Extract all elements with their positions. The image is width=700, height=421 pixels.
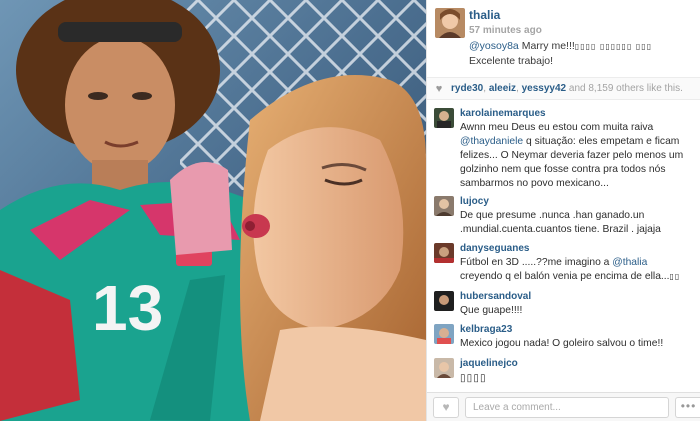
- comment-text: Fútbol en 3D .....??me imagino a @thalia…: [460, 256, 692, 284]
- caption-text: Marry me!!!: [518, 40, 575, 52]
- comment-text: Mexico jogou nada! O goleiro salvou o ti…: [460, 338, 664, 349]
- likes-and: and: [566, 83, 589, 94]
- avatar-image: [434, 243, 454, 263]
- post-header: thalia 57 minutes ago @yosoy8a Marry me!…: [427, 0, 700, 78]
- instagram-post-view: 13 thalia 57 minutes ago @yosoy8a Marry …: [0, 0, 700, 421]
- comment-body-rest: creyendo q el balón venia pe encima de e…: [460, 271, 670, 282]
- post-photo: 13: [0, 0, 426, 421]
- comment-text: De que presume .nunca .han ganado.un .mu…: [460, 210, 661, 235]
- comment-input[interactable]: [465, 397, 669, 418]
- comment-username[interactable]: danyseguanes: [460, 243, 529, 254]
- likes-count[interactable]: 8,159: [588, 83, 613, 94]
- post-side-panel: thalia 57 minutes ago @yosoy8a Marry me!…: [426, 0, 700, 421]
- comment-avatar[interactable]: [434, 291, 454, 311]
- post-timestamp: 57 minutes ago: [469, 25, 542, 36]
- avatar-image: [434, 108, 454, 128]
- owner-username[interactable]: thalia: [469, 8, 500, 22]
- like-user[interactable]: aleeiz: [489, 83, 516, 94]
- comment-text: ▯▯▯▯: [460, 372, 487, 384]
- comment-avatar[interactable]: [434, 196, 454, 216]
- like-user[interactable]: yessyy42: [522, 83, 567, 94]
- comment-text: Que guape!!!!: [460, 305, 523, 316]
- likes-tail: others like this.: [613, 83, 683, 94]
- comment-avatar[interactable]: [434, 243, 454, 263]
- heart-icon: ♥: [435, 83, 443, 95]
- owner-avatar[interactable]: [435, 8, 465, 38]
- comment-avatar[interactable]: [434, 358, 454, 378]
- comment-avatar[interactable]: [434, 324, 454, 344]
- heart-icon: ♥: [442, 400, 450, 414]
- comment-body: Awnn meu Deus eu estou com muita raiva: [460, 122, 654, 133]
- avatar-image: [434, 358, 454, 378]
- caption-emoji: ▯▯▯▯ ▯▯▯▯▯▯ ▯▯▯: [574, 42, 653, 51]
- like-button[interactable]: ♥: [433, 397, 459, 418]
- comment-mention[interactable]: @thaydaniele: [460, 136, 523, 147]
- comment-username[interactable]: lujocy: [460, 196, 489, 207]
- more-options-icon: •••: [680, 399, 697, 413]
- like-user[interactable]: ryde30: [451, 83, 483, 94]
- avatar-image: [434, 291, 454, 311]
- post-caption: @yosoy8a Marry me!!!▯▯▯▯ ▯▯▯▯▯▯ ▯▯▯ Exce…: [469, 39, 694, 68]
- comment-username[interactable]: hubersandoval: [460, 291, 531, 302]
- comment-emoji: ▯▯: [669, 272, 681, 281]
- likes-row: ♥ ryde30, aleeiz, yessyy42 and 8,159 oth…: [427, 78, 700, 100]
- comments-list[interactable]: karolainemarques Awnn meu Deus eu estou …: [427, 100, 700, 390]
- comment-text: Awnn meu Deus eu estou com muita raiva @…: [460, 121, 692, 191]
- comment-mention[interactable]: @thalia: [612, 257, 647, 268]
- avatar-image: [435, 8, 465, 38]
- caption-line-2: Excelente trabajo!: [469, 55, 554, 67]
- comment-avatar[interactable]: [434, 108, 454, 128]
- more-options-button[interactable]: •••: [675, 397, 700, 418]
- comment-username[interactable]: kelbraga23: [460, 324, 512, 335]
- caption-mention[interactable]: @yosoy8a: [469, 40, 519, 52]
- avatar-image: [434, 324, 454, 344]
- comment-username[interactable]: karolainemarques: [460, 108, 546, 119]
- jersey-number: 13: [92, 272, 163, 344]
- avatar-image: [434, 196, 454, 216]
- post-photo-illustration: 13: [0, 0, 426, 421]
- comment-username[interactable]: jaquelinejco: [460, 358, 518, 369]
- comment-body: Fútbol en 3D .....??me imagino a: [460, 257, 613, 268]
- likes-text: ryde30, aleeiz, yessyy42 and 8,159 other…: [451, 83, 683, 94]
- comment-bar: ♥ •••: [427, 392, 700, 421]
